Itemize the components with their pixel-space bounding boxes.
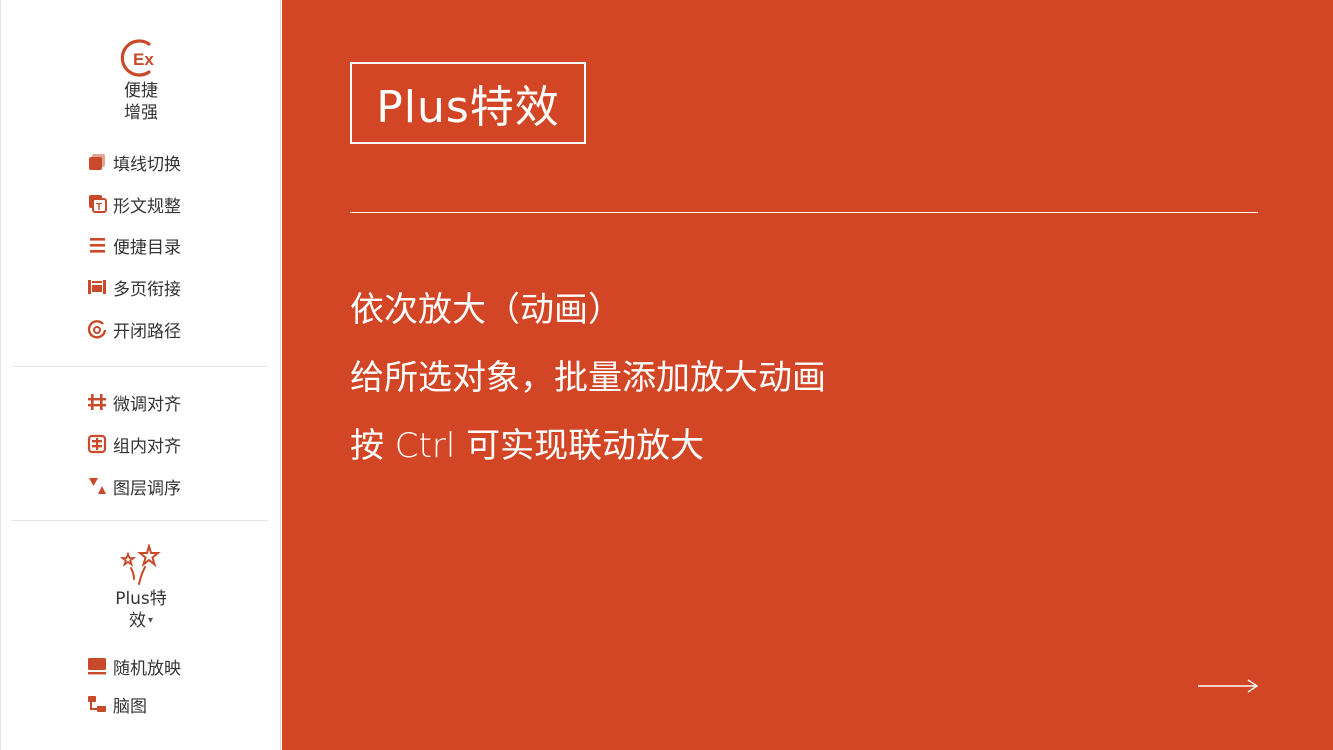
- sidebar-divider: [11, 520, 268, 521]
- slide-title: Plus特效: [376, 82, 560, 133]
- fill-line-switch-button[interactable]: 填线切换: [85, 148, 181, 176]
- fill-line-icon: [85, 150, 109, 174]
- quick-toc-label: 便捷目录: [113, 237, 181, 258]
- ex-logo-icon: Ex: [120, 39, 154, 77]
- sidebar-divider: [11, 366, 268, 367]
- group-align-icon: [85, 432, 109, 456]
- title-divider-line: [350, 212, 1258, 213]
- svg-text:Ex: Ex: [133, 50, 154, 69]
- mindmap-icon: [85, 692, 109, 716]
- group-align-label: 组内对齐: [113, 436, 181, 457]
- slide-description: 给所选对象，批量添加放大动画: [350, 358, 826, 398]
- path-icon: [85, 317, 109, 341]
- quick-toc-button[interactable]: 便捷目录: [85, 231, 181, 259]
- convenience-label-line1: 便捷: [124, 81, 158, 101]
- random-play-button[interactable]: 随机放映: [85, 652, 181, 680]
- random-play-label: 随机放映: [113, 658, 181, 679]
- slide-canvas[interactable]: Plus特效 依次放大（动画） 给所选对象，批量添加放大动画 按 Ctrl 可实…: [282, 0, 1333, 750]
- fine-align-icon: [85, 390, 109, 414]
- list-icon: [85, 233, 109, 257]
- mindmap-button[interactable]: 脑图: [85, 690, 147, 718]
- shape-text-icon: T: [85, 192, 109, 216]
- random-play-icon: [85, 654, 109, 678]
- shape-text-normalize-label: 形文规整: [113, 196, 181, 217]
- sparkle-icon: [119, 544, 161, 585]
- mindmap-label: 脑图: [113, 696, 147, 717]
- multi-page-connect-button[interactable]: 多页衔接: [85, 273, 181, 301]
- slide-title-box[interactable]: Plus特效: [350, 62, 586, 144]
- open-close-path-button[interactable]: 开闭路径: [85, 315, 181, 343]
- next-arrow-icon[interactable]: [1196, 676, 1260, 696]
- convenience-label-line2: 增强: [124, 103, 158, 123]
- slide-heading: 依次放大（动画）: [350, 290, 622, 330]
- layer-order-icon: [85, 474, 109, 498]
- plus-effects-button[interactable]: Plus特 效 ▾: [101, 544, 181, 632]
- multi-page-connect-label: 多页衔接: [113, 279, 181, 300]
- fill-line-switch-label: 填线切换: [113, 154, 181, 175]
- slide-hint: 按 Ctrl 可实现联动放大: [350, 426, 705, 466]
- plus-effects-label-line2: 效 ▾: [128, 610, 154, 632]
- group-align-button[interactable]: 组内对齐: [85, 430, 181, 458]
- fine-align-label: 微调对齐: [113, 394, 181, 415]
- plus-effects-label-line1: Plus特: [115, 589, 167, 609]
- page-connect-icon: [85, 275, 109, 299]
- layer-order-button[interactable]: 图层调序: [85, 472, 181, 500]
- svg-text:T: T: [96, 202, 102, 213]
- fine-align-button[interactable]: 微调对齐: [85, 388, 181, 416]
- open-close-path-label: 开闭路径: [113, 321, 181, 342]
- layer-order-label: 图层调序: [113, 478, 181, 499]
- convenience-enhance-button[interactable]: Ex 便捷 增强: [101, 36, 181, 124]
- sidebar-ribbon: Ex 便捷 增强 填线切换 T 形文规整 便捷目录 多页衔接 开闭路径 微调对齐…: [0, 0, 281, 750]
- chevron-down-icon[interactable]: ▾: [148, 610, 153, 632]
- shape-text-normalize-button[interactable]: T 形文规整: [85, 190, 181, 218]
